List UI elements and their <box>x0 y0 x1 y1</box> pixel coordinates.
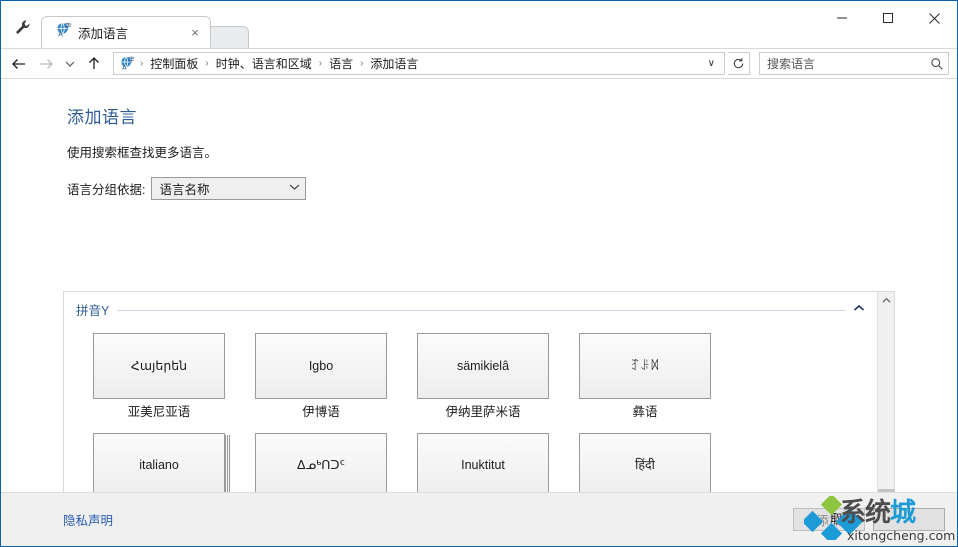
title-bar: 字 A 添加语言 × <box>1 1 957 48</box>
language-tile-wrap: Igbo <box>240 327 402 399</box>
tab-close-icon[interactable]: × <box>186 23 204 41</box>
language-native-name: Igbo <box>308 358 334 373</box>
language-tile-box[interactable]: sämikielâ <box>417 333 549 399</box>
language-tile-wrap: italiano <box>78 427 240 492</box>
forward-arrow-icon <box>34 52 58 76</box>
cancel-button[interactable] <box>873 508 945 531</box>
tab-title: 添加语言 <box>78 26 129 41</box>
language-native-name: ᐃᓄᒃᑎᑐᑦ <box>297 458 345 473</box>
language-globe-icon: 字 A <box>56 21 72 43</box>
group-rule <box>117 310 845 311</box>
language-native-name: Inuktitut <box>461 458 505 473</box>
wrench-icon[interactable] <box>5 10 39 44</box>
breadcrumb-separator: › <box>360 58 364 69</box>
minimize-icon[interactable] <box>819 1 865 35</box>
add-button[interactable]: 添加 <box>793 508 865 531</box>
language-list-pane: 拼音Y Հայերեն 亚美尼亚语 Igbo 伊博语 sämikielâ 伊纳里萨米语 ꆈꌠ… <box>63 291 895 492</box>
breadcrumb[interactable]: 字 A › 控制面板 › 时钟、语言和区域 › 语言 › 添加语言 ∨ <box>113 52 725 75</box>
tab-add-language[interactable]: 字 A 添加语言 × <box>41 16 211 48</box>
group-title: 拼音Y <box>76 304 110 318</box>
breadcrumb-item-clock-language-region[interactable]: 时钟、语言和区域 <box>212 55 316 72</box>
language-tile-box[interactable]: ꆈꌠꉙ <box>579 333 711 399</box>
refresh-icon[interactable] <box>728 52 750 75</box>
tab-strip: 字 A 添加语言 × <box>41 14 249 48</box>
language-display-name: 伊博语 <box>302 405 340 419</box>
language-list-inner: 拼音Y Հայերեն 亚美尼亚语 Igbo 伊博语 sämikielâ 伊纳里萨米语 ꆈꌠ… <box>64 292 877 492</box>
language-tile-box[interactable]: Igbo <box>255 333 387 399</box>
back-arrow-icon[interactable] <box>7 52 31 76</box>
language-tile-wrap: Հայերեն <box>78 327 240 399</box>
language-tile-wrap: ᐃᓄᒃᑎᑐᑦ <box>240 427 402 492</box>
language-tile-box[interactable]: Հայերեն <box>93 333 225 399</box>
privacy-statement-link[interactable]: 隐私声明 <box>63 510 113 529</box>
language-tile-0[interactable]: Հայերեն 亚美尼亚语 <box>78 327 240 425</box>
chevron-up-icon[interactable] <box>853 304 867 315</box>
language-tile-box[interactable]: Inuktitut <box>417 432 549 492</box>
language-tile-7[interactable]: हिंदी印地语 <box>564 427 726 492</box>
group-header[interactable]: 拼音Y <box>64 292 877 319</box>
language-tile-wrap: ꆈꌠꉙ <box>564 327 726 399</box>
group-by-label: 语言分组依据: <box>67 183 146 197</box>
search-box[interactable] <box>759 52 949 75</box>
maximize-icon[interactable] <box>865 1 911 35</box>
add-language-window: 字 A 添加语言 × 字 A › 控制面板 › 时钟、语言和区域 › 语言 › … <box>0 0 958 547</box>
language-tile-4[interactable]: italiano意大利语 <box>78 427 240 492</box>
language-native-name: ꆈꌠꉙ <box>630 358 660 373</box>
language-tile-3[interactable]: ꆈꌠꉙ 彝语 <box>564 327 726 425</box>
svg-text:字: 字 <box>128 56 135 64</box>
breadcrumb-item-control-panel[interactable]: 控制面板 <box>146 55 202 72</box>
language-tile-wrap: हिंदी <box>564 427 726 492</box>
group-by-select[interactable]: 语言名称 <box>151 177 307 200</box>
page-title: 添加语言 <box>67 108 137 127</box>
breadcrumb-separator: › <box>318 58 323 69</box>
group-by-row: 语言分组依据: 语言名称 <box>67 177 957 200</box>
scrollbar-track[interactable] <box>877 309 895 492</box>
stacked-pages-icon <box>225 434 231 492</box>
language-tile-2[interactable]: sämikielâ 伊纳里萨米语 <box>402 327 564 425</box>
language-tile-1[interactable]: Igbo 伊博语 <box>240 327 402 425</box>
language-tile-6[interactable]: Inuktitut因纽特语(拉丁语) <box>402 427 564 492</box>
language-tile-box[interactable]: हिंदी <box>579 432 711 492</box>
language-tile-wrap: Inuktitut <box>402 427 564 492</box>
breadcrumb-item-language[interactable]: 语言 <box>325 55 357 72</box>
address-bar: 字 A › 控制面板 › 时钟、语言和区域 › 语言 › 添加语言 ∨ <box>1 48 957 79</box>
close-icon[interactable] <box>911 1 957 35</box>
language-native-name: Հայերեն <box>130 358 188 373</box>
svg-text:A: A <box>58 30 63 37</box>
language-native-name: sämikielâ <box>456 358 510 373</box>
chevron-down-icon <box>289 183 300 194</box>
list-scrollbar[interactable] <box>877 292 895 492</box>
history-chevron-down-icon[interactable] <box>61 52 79 76</box>
search-icon[interactable] <box>930 57 944 71</box>
language-native-name: italiano <box>139 458 179 473</box>
language-tile-box[interactable]: italiano <box>93 432 231 492</box>
page-subtitle: 使用搜索框查找更多语言。 <box>67 146 218 160</box>
up-arrow-icon[interactable] <box>82 52 106 76</box>
footer-bar: 隐私声明 添加 取消 系统城 xitongcheng.com <box>1 492 957 546</box>
svg-text:A: A <box>122 64 127 71</box>
scroll-up-button[interactable] <box>878 292 895 309</box>
language-display-name: 伊纳里萨米语 <box>445 405 521 419</box>
language-display-name: 亚美尼亚语 <box>127 405 191 419</box>
language-tile-5[interactable]: ᐃᓄᒃᑎᑐᑦ因纽特语(加拿大土著语言符号) <box>240 427 402 492</box>
svg-text:字: 字 <box>64 22 71 31</box>
breadcrumb-separator: › <box>205 58 209 69</box>
content-area: 添加语言 使用搜索框查找更多语言。 语言分组依据: 语言名称 拼音Y Հայեր… <box>1 79 957 492</box>
footer-buttons: 添加 <box>793 508 957 531</box>
breadcrumb-separator: › <box>140 58 144 69</box>
language-grid: Հայերեն 亚美尼亚语 Igbo 伊博语 sämikielâ 伊纳里萨米语 ꆈꌠꉙ 彝语 i… <box>64 319 877 492</box>
language-display-name: 彝语 <box>632 405 658 419</box>
breadcrumb-dropdown-icon[interactable]: ∨ <box>703 58 720 69</box>
window-controls <box>819 1 957 35</box>
search-input[interactable] <box>767 56 930 71</box>
language-native-name: हिंदी <box>635 458 655 473</box>
new-tab-button[interactable] <box>205 26 249 48</box>
breadcrumb-item-add-language[interactable]: 添加语言 <box>366 55 422 72</box>
language-tile-box[interactable]: ᐃᓄᒃᑎᑐᑦ <box>255 432 387 492</box>
group-by-value: 语言名称 <box>159 183 210 197</box>
breadcrumb-globe-icon: 字 A <box>118 56 137 71</box>
language-tile-wrap: sämikielâ <box>402 327 564 399</box>
